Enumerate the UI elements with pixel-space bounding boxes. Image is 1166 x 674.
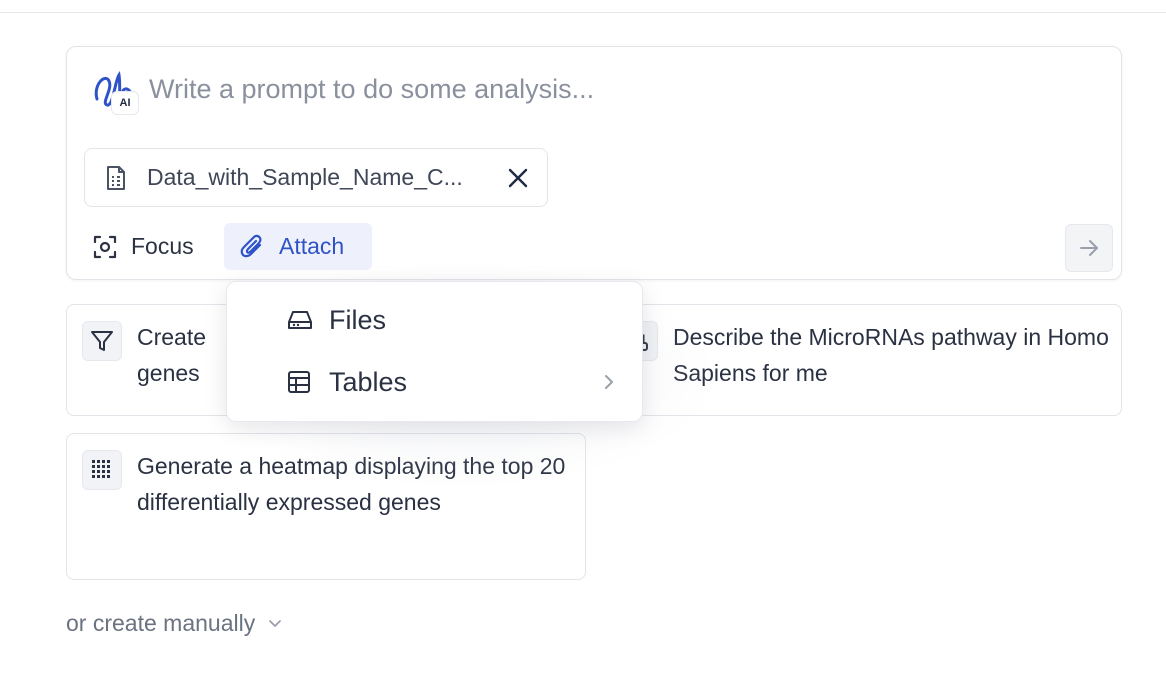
focus-button[interactable]: Focus bbox=[83, 223, 207, 270]
attach-button[interactable]: Attach bbox=[224, 223, 372, 270]
file-spreadsheet-icon bbox=[107, 165, 125, 190]
suggestion-text: Generate a heatmap displaying the top 20… bbox=[137, 453, 566, 515]
remove-attachment-close-icon[interactable] bbox=[507, 167, 529, 189]
menu-item-tables[interactable]: Tables bbox=[227, 356, 642, 408]
attach-label: Attach bbox=[279, 233, 345, 259]
attachment-file-name: Data_with_Sample_Name_C... bbox=[147, 164, 463, 190]
attach-dropdown-menu: Files Tables bbox=[226, 281, 643, 422]
attachment-chip: Data_with_Sample_Name_C... bbox=[84, 148, 548, 207]
create-manually-toggle[interactable]: or create manually bbox=[66, 607, 283, 639]
suggestion-card[interactable]: Describe the MicroRNAs pathway in Homo S… bbox=[602, 304, 1122, 416]
drive-icon bbox=[288, 311, 312, 329]
create-manually-label: or create manually bbox=[66, 609, 256, 636]
send-button[interactable] bbox=[1065, 224, 1113, 272]
focus-label: Focus bbox=[131, 233, 194, 259]
chevron-right-icon bbox=[605, 375, 613, 389]
top-divider bbox=[0, 12, 1166, 13]
menu-item-label: Files bbox=[329, 304, 387, 335]
prompt-card: AI Data_with_Sample_Name_C... Focus bbox=[66, 46, 1122, 280]
table-icon bbox=[288, 371, 310, 393]
filter-icon-box bbox=[82, 321, 122, 361]
ai-badge: AI bbox=[111, 91, 139, 115]
focus-icon bbox=[93, 235, 117, 258]
chevron-down-icon bbox=[269, 620, 282, 627]
heatmap-icon-box bbox=[82, 450, 122, 490]
menu-item-files[interactable]: Files bbox=[227, 294, 642, 346]
menu-item-label: Tables bbox=[329, 366, 408, 397]
heatmap-icon bbox=[92, 460, 110, 478]
suggestion-card[interactable]: Generate a heatmap displaying the top 20… bbox=[66, 433, 586, 580]
arrow-right-icon bbox=[1080, 240, 1098, 256]
filter-icon bbox=[91, 331, 113, 351]
prompt-input[interactable] bbox=[149, 69, 1089, 109]
paperclip-icon bbox=[240, 234, 262, 257]
suggestion-text: Describe the MicroRNAs pathway in Homo S… bbox=[673, 324, 1109, 386]
